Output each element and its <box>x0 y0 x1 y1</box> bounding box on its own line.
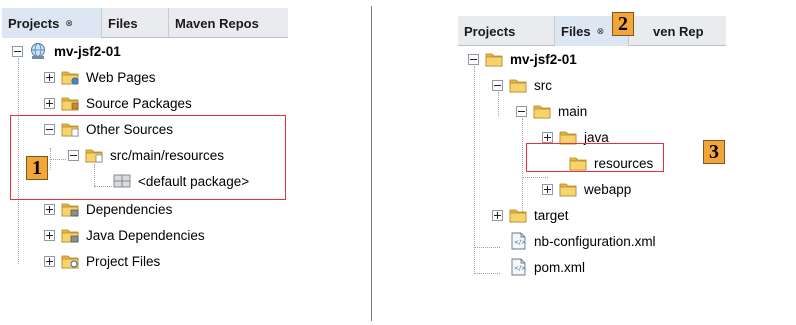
expand-toggle-icon[interactable] <box>44 71 55 83</box>
tab-bar: Projects ⊗ Files Maven Repos <box>2 8 288 38</box>
tree-node-label: pom.xml <box>534 259 586 275</box>
tree-node-src[interactable]: src <box>492 74 552 96</box>
tree-node-label: Project Files <box>86 253 161 269</box>
collapse-toggle-icon[interactable] <box>516 105 527 117</box>
callout-badge-3: 3 <box>703 140 725 164</box>
tree-node-label: main <box>558 103 588 119</box>
tab-label: Maven Repos <box>175 15 259 31</box>
tree-node-label: Dependencies <box>86 201 173 217</box>
folder-icon <box>532 102 552 120</box>
tree-node-java-dependencies[interactable]: Java Dependencies <box>44 224 205 246</box>
tree-node-label: mv-jsf2-01 <box>54 43 121 59</box>
package-folder-icon <box>60 94 80 112</box>
library-folder-icon <box>60 226 80 244</box>
folder-web-icon <box>60 68 80 86</box>
folder-icon <box>558 180 578 198</box>
folder-project-icon <box>484 50 504 68</box>
tree-node-project-files[interactable]: Project Files <box>44 250 160 272</box>
expand-toggle-icon[interactable] <box>44 229 55 241</box>
tab-label: Files <box>561 23 591 39</box>
expand-toggle-icon[interactable] <box>44 255 55 267</box>
tree-node-label: Java Dependencies <box>86 227 205 243</box>
tree-node-webapp[interactable]: webapp <box>542 178 631 200</box>
tab-bar: Projects Files ⊗ ven Rep <box>458 16 726 46</box>
collapse-toggle-icon[interactable] <box>12 45 23 57</box>
collapse-toggle-icon[interactable] <box>492 79 503 91</box>
expand-toggle-icon[interactable] <box>492 209 503 221</box>
tree-node-label: Web Pages <box>86 69 156 85</box>
expand-toggle-icon[interactable] <box>44 203 55 215</box>
projects-window: Projects ⊗ Files Maven Repos mv-jsf2-01 … <box>2 8 288 278</box>
tree-node-nb-configuration-xml[interactable]: nb-configuration.xml <box>508 230 656 252</box>
tab-label: Files <box>108 15 138 31</box>
tab-projects[interactable]: Projects ⊗ <box>2 8 102 38</box>
highlight-box <box>526 143 664 172</box>
tree-node-pom-xml[interactable]: pom.xml <box>508 256 585 278</box>
tree-node-label: Source Packages <box>86 95 192 111</box>
tab-label: Projects <box>464 23 516 39</box>
close-tab-icon[interactable]: ⊗ <box>65 18 73 29</box>
xml-file-icon <box>508 258 528 276</box>
tab-files[interactable]: Files <box>102 8 169 38</box>
tree-node-web-pages[interactable]: Web Pages <box>44 66 156 88</box>
tree-node-label: webapp <box>584 181 632 197</box>
library-folder-icon <box>60 200 80 218</box>
tree-node-dependencies[interactable]: Dependencies <box>44 198 172 220</box>
tab-maven-repositories[interactable]: Maven Repos <box>169 8 288 38</box>
tree-node-source-packages[interactable]: Source Packages <box>44 92 192 114</box>
divider <box>371 6 372 321</box>
tree-node-label: nb-configuration.xml <box>534 233 656 249</box>
tab-projects[interactable]: Projects <box>458 16 555 46</box>
expand-toggle-icon[interactable] <box>44 97 55 109</box>
close-tab-icon[interactable]: ⊗ <box>597 26 605 37</box>
folder-icon <box>508 76 528 94</box>
tree-node-target[interactable]: target <box>492 204 569 226</box>
collapse-toggle-icon[interactable] <box>468 53 479 65</box>
xml-file-icon <box>508 232 528 250</box>
expand-toggle-icon[interactable] <box>542 131 553 143</box>
tab-maven-repositories[interactable]: ven Rep <box>629 16 726 46</box>
tree-node-project-root[interactable]: mv-jsf2-01 <box>12 40 121 62</box>
tree-node-project-root[interactable]: mv-jsf2-01 <box>468 48 577 70</box>
callout-badge-1: 1 <box>26 156 48 180</box>
expand-toggle-icon[interactable] <box>542 183 553 195</box>
folder-icon <box>508 206 528 224</box>
tree-node-label: target <box>534 207 569 223</box>
tree-node-main[interactable]: main <box>516 100 587 122</box>
highlight-box <box>10 115 286 200</box>
project-files-folder-icon <box>60 252 80 270</box>
callout-badge-2: 2 <box>612 12 634 36</box>
files-window: Projects Files ⊗ ven Rep 2 mv-jsf2-01 sr… <box>458 12 726 278</box>
tree-node-label: mv-jsf2-01 <box>510 51 577 67</box>
tree-node-label: src <box>534 77 552 93</box>
globe-project-icon <box>28 42 48 60</box>
tab-label: Projects <box>8 15 60 31</box>
tab-label: ven Rep <box>653 23 704 39</box>
